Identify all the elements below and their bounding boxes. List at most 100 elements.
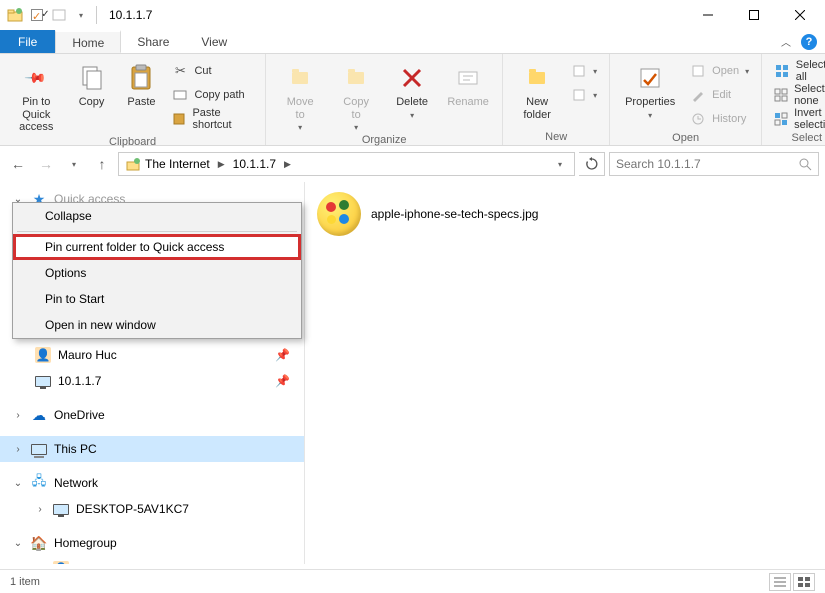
new-item-icon [571,63,587,79]
tree-item-ip[interactable]: 10.1.1.7 📌 [0,368,304,394]
tree-homegroup-mauro[interactable]: › 👤 Mauro Huc [0,556,304,564]
chevron-down-icon[interactable]: ⌄ [12,478,24,489]
up-button[interactable]: ↑ [90,152,114,176]
search-input[interactable] [616,157,792,171]
paste-shortcut-button[interactable]: Paste shortcut [168,108,257,130]
ribbon-tabs: File Home Share View ︿ ? [0,30,825,54]
qat-newfolder-icon[interactable] [50,6,68,24]
select-all-button[interactable]: Select all [770,60,825,82]
status-bar: 1 item [0,569,825,593]
paste-button[interactable]: Paste [119,58,165,109]
tree-onedrive[interactable]: › ☁ OneDrive [0,402,304,428]
paste-shortcut-icon [172,111,186,127]
invert-selection-button[interactable]: Invert selection [770,108,825,130]
ctx-separator [17,231,297,232]
address-bar[interactable]: The Internet ▶ 10.1.1.7 ▶ ▾ [118,152,575,176]
breadcrumb-sep-icon[interactable]: ▶ [282,159,293,170]
paint-thumbnail-icon [317,192,361,236]
move-to-button[interactable]: Move to ▾ [274,58,326,132]
chevron-right-icon[interactable]: › [34,504,46,515]
cloud-icon: ☁ [30,406,48,424]
tree-homegroup[interactable]: ⌄ 🏠 Homegroup [0,530,304,556]
open-button[interactable]: Open ▾ [686,60,753,82]
monitor-icon [52,500,70,518]
rename-icon [452,62,484,94]
ctx-collapse[interactable]: Collapse [13,203,301,229]
group-label-organize: Organize [274,132,494,148]
chevron-right-icon[interactable]: › [12,444,24,455]
ctx-options[interactable]: Options [13,260,301,286]
copy-to-button[interactable]: Copy to ▾ [330,58,382,132]
history-icon [690,111,706,127]
search-box[interactable] [609,152,819,176]
ctx-pin-to-quick-access[interactable]: Pin current folder to Quick access [13,234,301,260]
new-folder-button[interactable]: New folder [511,58,563,121]
pin-icon: 📌 [275,348,290,362]
qat-dropdown-icon[interactable]: ▾ [72,6,90,24]
chevron-right-icon[interactable]: › [12,410,24,421]
person-icon: 👤 [34,346,52,364]
tree-network[interactable]: ⌄ 🖧 Network [0,470,304,496]
rename-button[interactable]: Rename [442,58,494,109]
tab-home[interactable]: Home [55,30,121,53]
tab-view[interactable]: View [185,30,243,53]
edit-button[interactable]: Edit [686,84,753,106]
copy-label: Copy [79,96,105,109]
group-clipboard: 📌 Pin to Quick access Copy Paste ✂Cut Co… [0,54,266,145]
minimize-button[interactable] [685,0,731,30]
context-menu: Collapse Pin current folder to Quick acc… [12,202,302,339]
help-icon[interactable]: ? [801,34,817,50]
group-label-clipboard: Clipboard [8,134,257,150]
new-folder-icon [521,62,553,94]
collapse-ribbon-icon[interactable]: ︿ [781,34,791,49]
forward-button[interactable]: → [34,152,58,176]
new-item-button[interactable]: ▾ [567,60,601,82]
delete-button[interactable]: Delete ▾ [386,58,438,120]
chevron-down-icon[interactable]: ⌄ [12,538,24,549]
tree-item-mauro[interactable]: 👤 Mauro Huc 📌 [0,342,304,368]
file-item[interactable]: apple-iphone-se-tech-specs.jpg [317,192,813,236]
group-organize: Move to ▾ Copy to ▾ Delete ▾ Rename Orga… [266,54,503,145]
easy-access-button[interactable]: ▾ [567,84,601,106]
scissors-icon: ✂ [172,63,188,79]
pc-icon [30,440,48,458]
group-open: Properties ▾ Open ▾ Edit History Open [610,54,762,145]
address-dropdown[interactable]: ▾ [548,152,572,176]
qat-properties-icon[interactable]: ✓ [28,6,46,24]
invert-icon [774,111,788,127]
breadcrumb-sep-icon[interactable]: ▶ [216,159,227,170]
ctx-pin-to-start[interactable]: Pin to Start [13,286,301,312]
recent-dropdown[interactable]: ▾ [62,152,86,176]
ribbon: 📌 Pin to Quick access Copy Paste ✂Cut Co… [0,54,825,146]
refresh-button[interactable] [579,152,605,176]
history-button[interactable]: History [686,108,753,130]
file-pane[interactable]: apple-iphone-se-tech-specs.jpg [305,182,825,564]
breadcrumb-item[interactable]: 10.1.1.7 [229,153,280,175]
select-none-icon [774,87,788,103]
maximize-button[interactable] [731,0,777,30]
group-new: New folder ▾ ▾ New [503,54,610,145]
close-button[interactable] [777,0,823,30]
tab-share[interactable]: Share [121,30,185,53]
tree-this-pc[interactable]: › This PC [0,436,304,462]
back-button[interactable]: ← [6,152,30,176]
easy-access-icon [571,87,587,103]
open-icon [690,63,706,79]
tab-file[interactable]: File [0,30,55,53]
properties-button[interactable]: Properties ▾ [618,58,682,120]
breadcrumb-root[interactable]: The Internet [121,153,214,175]
ctx-open-new-window[interactable]: Open in new window [13,312,301,338]
copy-path-button[interactable]: Copy path [168,84,257,106]
chevron-right-icon[interactable]: › [34,564,46,565]
search-icon [798,157,812,171]
view-details-button[interactable] [769,573,791,591]
file-name: apple-iphone-se-tech-specs.jpg [371,207,538,221]
group-label-open: Open [618,130,753,146]
pin-to-quick-access-button[interactable]: 📌 Pin to Quick access [8,58,65,134]
select-none-button[interactable]: Select none [770,84,825,106]
cut-button[interactable]: ✂Cut [168,60,257,82]
tree-network-desktop[interactable]: › DESKTOP-5AV1KC7 [0,496,304,522]
paste-icon [125,62,157,94]
copy-button[interactable]: Copy [69,58,115,109]
view-large-icons-button[interactable] [793,573,815,591]
